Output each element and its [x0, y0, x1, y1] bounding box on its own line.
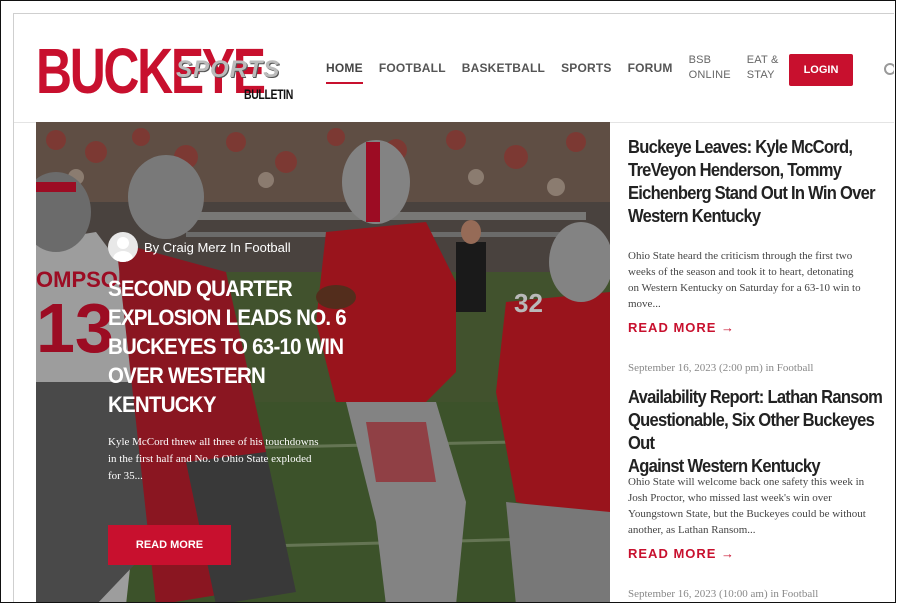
- search-icon[interactable]: [884, 63, 894, 75]
- nav-forum[interactable]: FORUM: [628, 61, 673, 76]
- main-nav: HOME FOOTBALL BASKETBALL SPORTS FORUM BS…: [326, 14, 795, 122]
- hero-excerpt: Kyle McCord threw all three of his touch…: [108, 436, 319, 482]
- article-title[interactable]: Buckeye Leaves: Kyle McCord, TreVeyon He…: [628, 136, 894, 228]
- article-title[interactable]: Availability Report: Lathan Ransom Quest…: [628, 386, 894, 478]
- article-list: Buckeye Leaves: Kyle McCord, TreVeyon He…: [628, 122, 894, 602]
- hero-byline: By Craig Merz In Football: [108, 232, 291, 262]
- author-avatar[interactable]: [108, 232, 138, 262]
- login-button[interactable]: LOGIN: [789, 54, 853, 86]
- read-more-link[interactable]: READ MORE →: [628, 546, 735, 561]
- page-viewport: BUCKEYE SPORTS BULLETIN HOME FOOTBALL BA…: [13, 13, 894, 602]
- hero-title[interactable]: SECOND QUARTER EXPLOSION LEADS NO. 6 BUC…: [108, 274, 359, 419]
- nav-football[interactable]: FOOTBALL: [379, 61, 446, 76]
- nav-bsb-line1: BSB: [688, 54, 712, 66]
- site-header: BUCKEYE SPORTS BULLETIN HOME FOOTBALL BA…: [14, 14, 894, 122]
- article-excerpt: Ohio State heard the criticism through t…: [628, 250, 861, 310]
- site-logo[interactable]: BUCKEYE SPORTS BULLETIN: [36, 32, 304, 110]
- browser-frame: BUCKEYE SPORTS BULLETIN HOME FOOTBALL BA…: [0, 0, 896, 603]
- nav-home[interactable]: HOME: [326, 61, 363, 84]
- hero-featured-article[interactable]: 13 OMPSON 32 By Craig Merz In Football S…: [36, 122, 610, 602]
- nav-bsb-online[interactable]: BSB ONLINE: [689, 53, 731, 83]
- article-date: September 16, 2023 (10:00 am) in Footbal…: [628, 588, 819, 600]
- byline-text[interactable]: By Craig Merz In Football: [144, 240, 291, 255]
- nav-basketball[interactable]: BASKETBALL: [462, 61, 545, 76]
- article-date: September 16, 2023 (2:00 pm) in Football: [628, 362, 814, 374]
- hero-read-more-button[interactable]: READ MORE: [108, 525, 231, 565]
- logo-bulletin: BULLETIN: [244, 86, 293, 102]
- nav-eat-line1: EAT &: [746, 54, 779, 66]
- nav-sports[interactable]: SPORTS: [561, 61, 612, 76]
- article-excerpt: Ohio State will welcome back one safety …: [628, 476, 866, 536]
- nav-bsb-line2: ONLINE: [688, 69, 731, 81]
- logo-sports: SPORTS: [176, 56, 281, 83]
- nav-eat-stay[interactable]: EAT & STAY: [747, 53, 779, 83]
- nav-eat-line2: STAY: [746, 69, 775, 81]
- read-more-link[interactable]: READ MORE →: [628, 320, 735, 335]
